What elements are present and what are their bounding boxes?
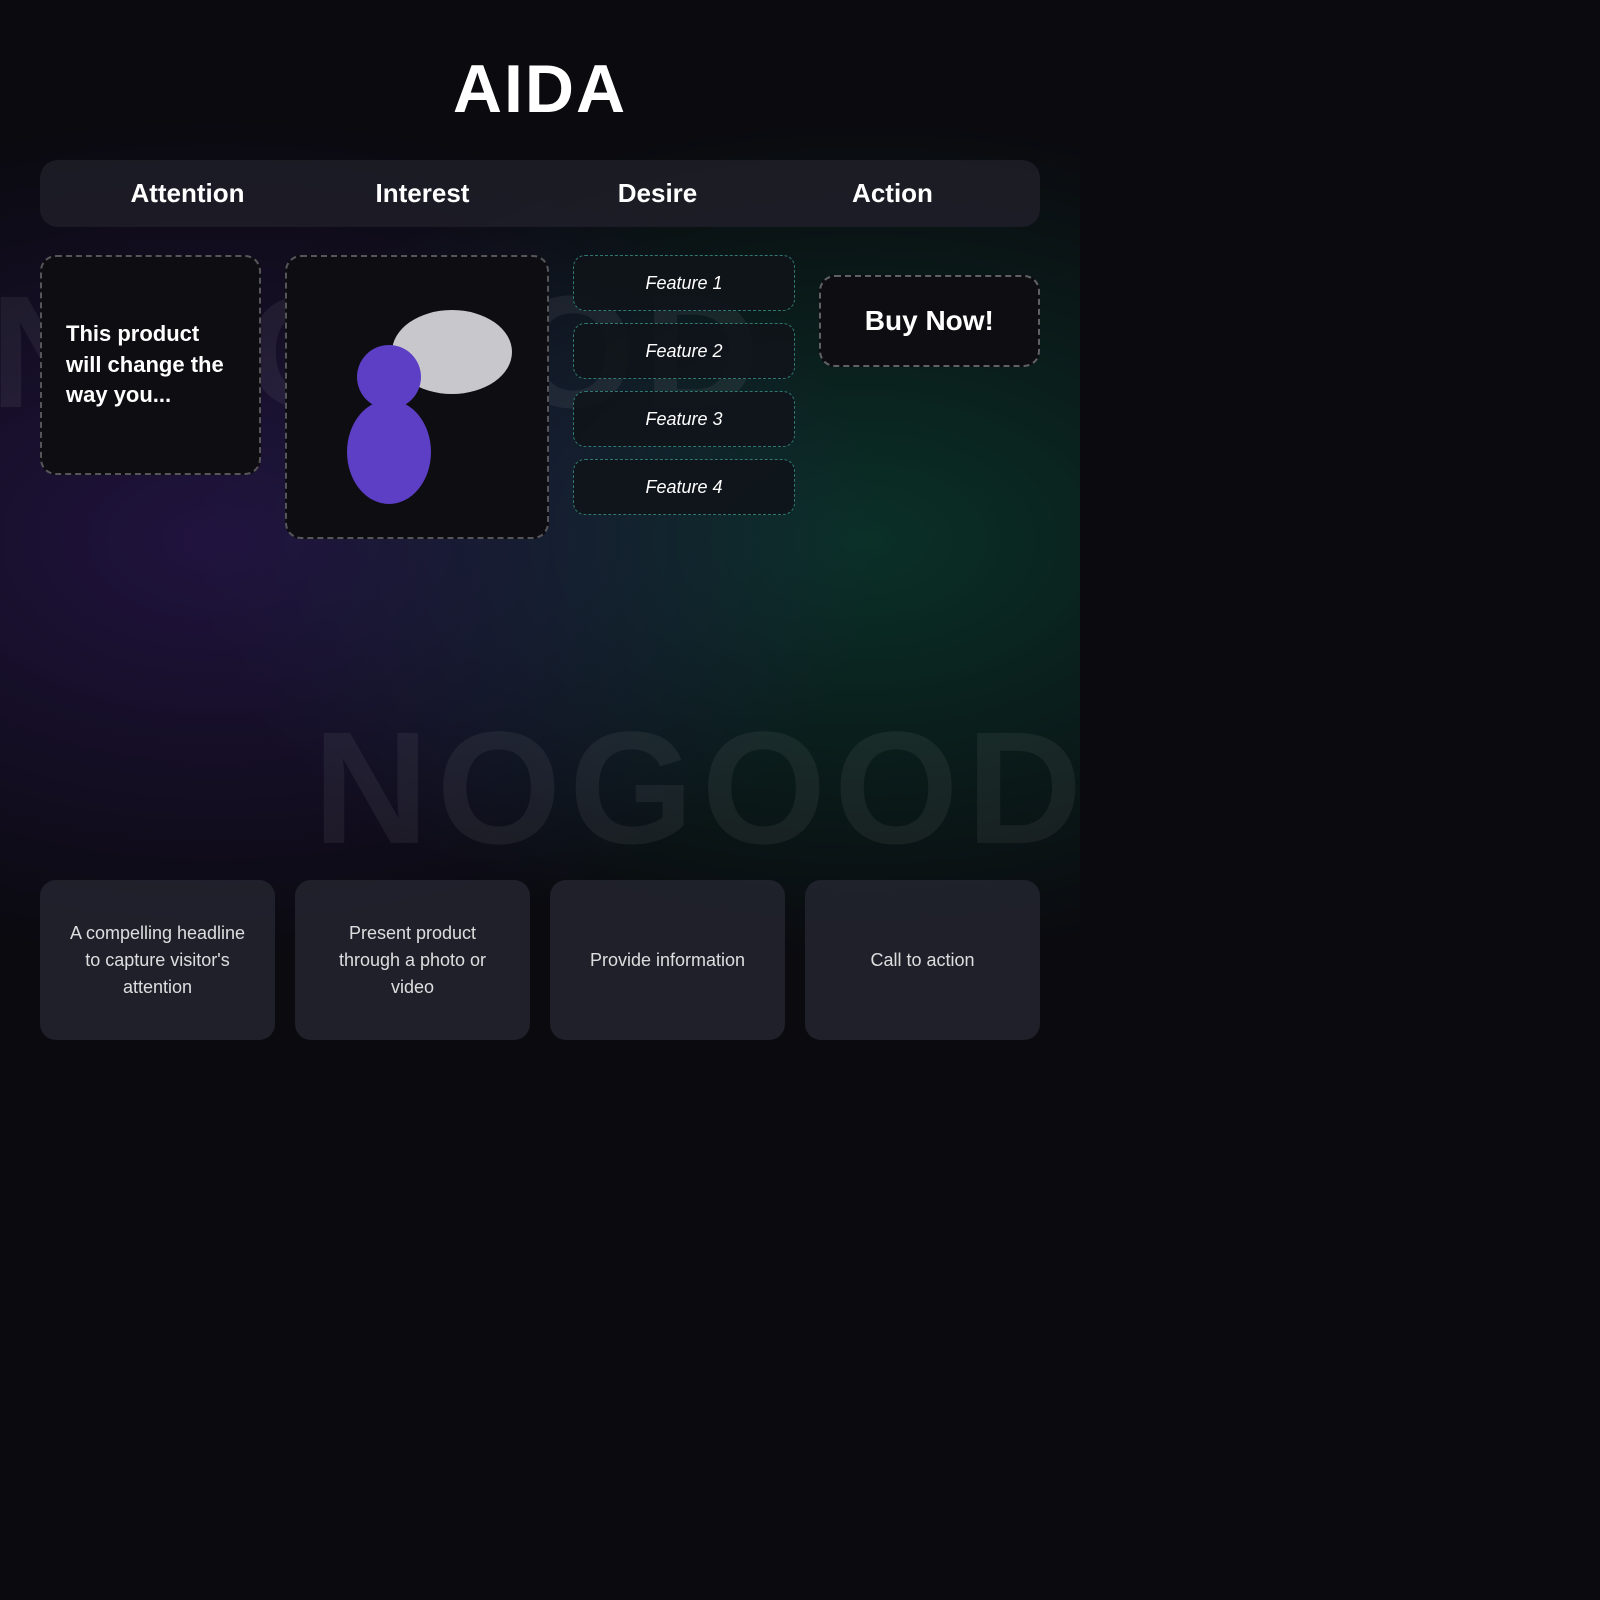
attention-card: This product will change the way you...	[40, 255, 261, 475]
bottom-card-desire: Provide information	[550, 880, 785, 1040]
header-attention: Attention	[70, 178, 305, 209]
feature-card-3: Feature 3	[573, 391, 794, 447]
interest-card	[285, 255, 549, 539]
person-svg	[307, 277, 527, 517]
header-action: Action	[775, 178, 1010, 209]
attention-column: This product will change the way you...	[40, 255, 261, 475]
person-illustration	[307, 277, 527, 517]
feature-card-1: Feature 1	[573, 255, 794, 311]
header-desire: Desire	[540, 178, 775, 209]
interest-column	[285, 255, 549, 539]
feature-card-2: Feature 2	[573, 323, 794, 379]
header-bar: Attention Interest Desire Action	[40, 160, 1040, 227]
header-interest: Interest	[305, 178, 540, 209]
main-content: This product will change the way you...	[40, 255, 1040, 844]
buy-now-label: Buy Now!	[865, 305, 994, 337]
action-column: Buy Now!	[819, 255, 1040, 367]
page-wrapper: AIDA Attention Interest Desire Action Th…	[0, 0, 1080, 1080]
buy-now-card[interactable]: Buy Now!	[819, 275, 1040, 367]
attention-text: This product will change the way you...	[66, 319, 235, 411]
bottom-card-interest: Present product through a photo or video	[295, 880, 530, 1040]
feature-card-4: Feature 4	[573, 459, 794, 515]
page-title: AIDA	[40, 50, 1040, 128]
bottom-card-action: Call to action	[805, 880, 1040, 1040]
bottom-row: A compelling headline to capture visitor…	[40, 880, 1040, 1040]
bottom-card-attention: A compelling headline to capture visitor…	[40, 880, 275, 1040]
desire-column: Feature 1 Feature 2 Feature 3 Feature 4	[573, 255, 794, 515]
